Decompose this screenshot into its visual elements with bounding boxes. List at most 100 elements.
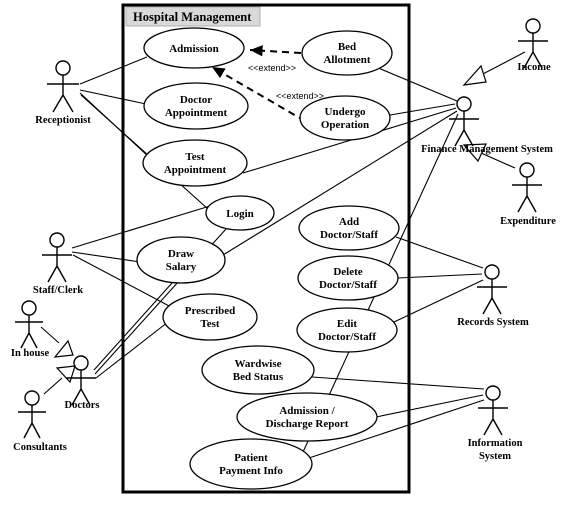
actor-staff-clerk[interactable]: Staff/Clerk (33, 232, 83, 296)
use-case-bed-allotment-ellipse[interactable] (301, 30, 393, 76)
use-case-delete-doctor-staff-label-1: Delete (333, 266, 362, 278)
use-case-admission-discharge-report[interactable]: Admission / Discharge Report (236, 392, 378, 442)
actor-in-house-head (21, 300, 37, 316)
use-case-wardwise-bed-status-label-2: Bed Status (233, 371, 284, 383)
actor-in-house-label: In house (11, 348, 50, 359)
generalize-in-house-to-doctors-line (40, 326, 60, 344)
actor-in-house-body (15, 315, 43, 349)
actor-consultants[interactable]: Consultants (13, 390, 67, 453)
diagram-canvas: Hospital Management <<extend>> <<extend>… (11, 3, 556, 494)
actor-income[interactable]: Income (517, 18, 551, 73)
actor-receptionist-head (55, 60, 71, 76)
actor-receptionist[interactable]: Receptionist (35, 60, 91, 126)
use-case-draw-salary-label-1: Draw (168, 248, 194, 260)
use-case-bed-allotment-label-2: Allotment (323, 54, 370, 66)
actor-consultants-label: Consultants (13, 442, 67, 453)
use-case-admission-discharge-report-label-1: Admission / (279, 405, 335, 417)
use-case-undergo-operation-ellipse[interactable] (299, 95, 391, 141)
system-title-label: Hospital Management (133, 10, 252, 24)
use-case-test-appointment[interactable]: Test Appointment (142, 139, 248, 187)
actor-receptionist-body (47, 75, 79, 113)
actor-expenditure[interactable]: Expenditure (500, 162, 556, 227)
use-case-add-doctor-staff-label-1: Add (339, 216, 359, 228)
extend-label-undergo-operation: <<extend>> (276, 91, 324, 101)
use-case-edit-doctor-staff-label-1: Edit (337, 318, 358, 330)
use-case-edit-doctor-staff[interactable]: Edit Doctor/Staff (296, 307, 398, 353)
use-case-draw-salary-ellipse[interactable] (136, 236, 226, 284)
use-case-admission-discharge-report-ellipse[interactable] (236, 392, 378, 442)
use-case-admission-label: Admission (169, 43, 219, 55)
use-case-login-label: Login (226, 208, 254, 220)
use-case-undergo-operation[interactable]: Undergo Operation (299, 95, 391, 141)
actor-staff-clerk-label: Staff/Clerk (33, 285, 83, 296)
use-case-test-appointment-label-2: Appointment (164, 164, 227, 176)
actor-income-head (525, 18, 541, 34)
use-case-doctor-appointment[interactable]: Doctor Appointment (143, 82, 249, 130)
actor-information-system-label-2: System (479, 451, 511, 462)
actor-expenditure-body (512, 177, 542, 213)
use-case-prescribed-test-label-2: Test (200, 318, 219, 330)
actor-doctors[interactable]: Doctors (65, 355, 100, 411)
use-case-add-doctor-staff-ellipse[interactable] (298, 205, 400, 251)
use-case-patient-payment-info-ellipse[interactable] (189, 438, 313, 490)
actor-expenditure-label: Expenditure (500, 216, 556, 227)
use-case-undergo-operation-label-1: Undergo (325, 106, 366, 118)
use-case-diagram-root: Hospital Management <<extend>> <<extend>… (0, 0, 572, 505)
generalize-consultants-to-doctors-line (43, 377, 63, 395)
use-case-add-doctor-staff-label-2: Doctor/Staff (320, 229, 378, 241)
use-case-doctor-appointment-label-1: Doctor (180, 94, 212, 106)
use-case-patient-payment-info-label-2: Payment Info (219, 465, 283, 477)
actor-records-system-head (484, 264, 500, 280)
use-case-undergo-operation-label-2: Operation (321, 119, 369, 131)
use-case-admission-discharge-report-label-2: Discharge Report (266, 418, 349, 430)
use-case-add-doctor-staff[interactable]: Add Doctor/Staff (298, 205, 400, 251)
actor-records-system-label: Records System (457, 317, 529, 328)
actor-information-system-head (485, 385, 501, 401)
actor-information-system-label-1: Information (468, 438, 523, 449)
actor-doctors-label: Doctors (65, 400, 100, 411)
use-case-draw-salary[interactable]: Draw Salary (136, 236, 226, 284)
actor-finance-management-system-head (456, 96, 472, 112)
actor-staff-clerk-body (42, 247, 72, 283)
use-case-prescribed-test[interactable]: Prescribed Test (162, 293, 258, 341)
use-case-test-appointment-ellipse[interactable] (142, 139, 248, 187)
use-case-test-appointment-label-1: Test (185, 151, 204, 163)
use-case-wardwise-bed-status[interactable]: Wardwise Bed Status (201, 345, 315, 395)
use-case-patient-payment-info[interactable]: Patient Payment Info (189, 438, 313, 490)
use-case-bed-allotment[interactable]: Bed Allotment (301, 30, 393, 76)
actor-finance-management-system-label: Finance Management System (421, 144, 553, 155)
actor-consultants-head (24, 390, 40, 406)
actor-doctors-head (73, 355, 89, 371)
use-case-edit-doctor-staff-ellipse[interactable] (296, 307, 398, 353)
use-case-doctor-appointment-label-2: Appointment (165, 107, 228, 119)
actor-staff-clerk-head (49, 232, 65, 248)
use-case-prescribed-test-label-1: Prescribed (185, 305, 236, 317)
use-case-prescribed-test-ellipse[interactable] (162, 293, 258, 341)
use-case-login[interactable]: Login (205, 195, 275, 231)
use-case-delete-doctor-staff-ellipse[interactable] (297, 255, 399, 301)
actor-finance-management-system[interactable]: Finance Management System (421, 96, 553, 155)
generalize-in-house-to-doctors-arrowhead (53, 339, 74, 358)
generalize-income-to-finance-arrowhead (462, 64, 487, 86)
use-case-bed-allotment-label-1: Bed (338, 41, 356, 53)
actor-expenditure-head (519, 162, 535, 178)
use-case-edit-doctor-staff-label-2: Doctor/Staff (318, 331, 376, 343)
extend-label-bed-allotment: <<extend>> (248, 63, 296, 73)
use-case-delete-doctor-staff[interactable]: Delete Doctor/Staff (297, 255, 399, 301)
use-case-patient-payment-info-label-1: Patient (234, 452, 268, 464)
generalize-expenditure-to-finance-line (480, 152, 516, 169)
actor-information-system[interactable]: Information System (468, 385, 523, 462)
use-case-doctor-appointment-ellipse[interactable] (143, 82, 249, 130)
use-case-wardwise-bed-status-ellipse[interactable] (201, 345, 315, 395)
assoc-records-delete-doctor-staff (397, 273, 483, 279)
use-case-draw-salary-label-2: Salary (166, 261, 197, 273)
use-case-admission[interactable]: Admission (143, 27, 245, 69)
actor-records-system-body (477, 279, 507, 315)
actor-income-label: Income (517, 62, 551, 73)
actor-consultants-body (18, 405, 46, 439)
actor-finance-management-system-body (449, 111, 479, 147)
use-case-wardwise-bed-status-label-1: Wardwise (234, 358, 281, 370)
use-case-delete-doctor-staff-label-2: Doctor/Staff (319, 279, 377, 291)
actor-information-system-body (478, 400, 508, 436)
actor-receptionist-label: Receptionist (35, 115, 91, 126)
